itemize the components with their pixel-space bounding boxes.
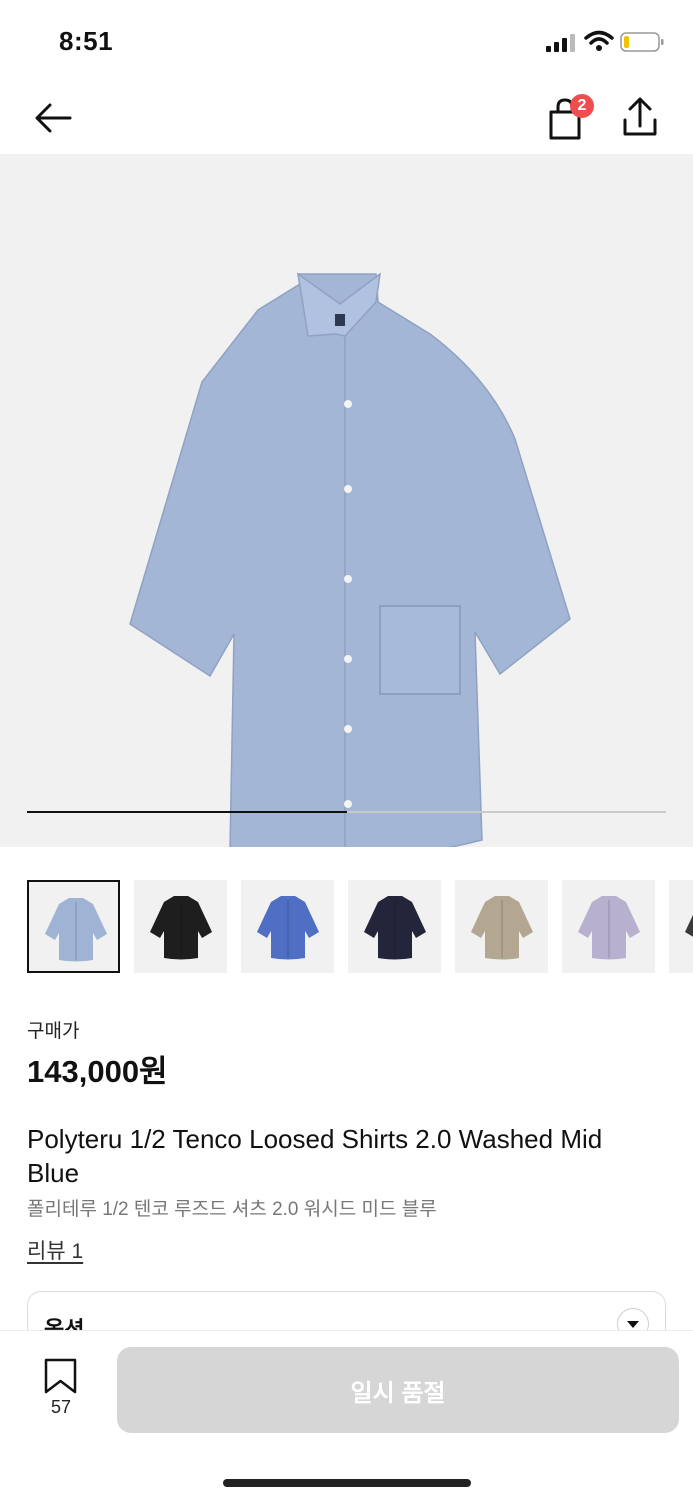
product-image-gallery[interactable]	[0, 154, 693, 847]
color-thumbnail[interactable]	[669, 880, 693, 973]
wifi-icon	[584, 30, 614, 51]
bookmark-count: 57	[50, 1397, 72, 1417]
product-shirt-image	[129, 272, 571, 847]
shirt-thumbnail-image	[685, 914, 693, 937]
color-thumbnail[interactable]	[27, 880, 120, 973]
color-thumbnail[interactable]	[134, 880, 227, 973]
gallery-progress-bar	[27, 811, 666, 813]
color-thumbnail-list	[27, 880, 693, 974]
product-name-english: Polyteru 1/2 Tenco Loosed Shirts 2.0 Was…	[27, 1124, 603, 1188]
shirt-thumbnail-image	[45, 898, 107, 962]
arrow-left-icon	[35, 103, 72, 133]
shirt-thumbnail-image	[257, 896, 319, 960]
status-bar: 8:51	[0, 0, 693, 80]
back-button[interactable]	[30, 98, 76, 138]
color-thumbnail[interactable]	[241, 880, 334, 973]
shirt-thumbnail-image	[471, 896, 533, 960]
color-thumbnail[interactable]	[562, 880, 655, 973]
cart-button[interactable]: 2	[546, 94, 596, 140]
cart-count-badge: 2	[570, 94, 594, 118]
shirt-thumbnail-image	[364, 896, 426, 960]
battery-icon	[620, 32, 664, 52]
bookmark-button[interactable]: 57	[36, 1357, 86, 1421]
soldout-button[interactable]: 일시 품절	[117, 1347, 679, 1433]
gallery-progress-fill	[27, 811, 347, 813]
shirt-thumbnail-image	[150, 896, 212, 960]
color-thumbnail[interactable]	[455, 880, 548, 973]
home-indicator	[223, 1479, 471, 1487]
status-time: 8:51	[59, 26, 114, 56]
share-icon	[623, 97, 657, 136]
shirt-thumbnail-image	[578, 896, 640, 960]
top-nav: 2	[0, 80, 693, 154]
bottom-action-bar: 57 일시 품절	[0, 1330, 693, 1501]
color-thumbnail[interactable]	[348, 880, 441, 973]
review-link[interactable]: 리뷰 1	[27, 1235, 83, 1265]
price-label: 구매가	[27, 1021, 80, 1042]
bookmark-icon	[44, 1358, 77, 1394]
product-price: 143,000원	[27, 1054, 168, 1089]
signal-icon	[546, 34, 575, 52]
product-name-korean: 폴리테루 1/2 텐코 루즈드 셔츠 2.0 워시드 미드 블루	[27, 1199, 437, 1220]
share-button[interactable]	[620, 96, 660, 140]
